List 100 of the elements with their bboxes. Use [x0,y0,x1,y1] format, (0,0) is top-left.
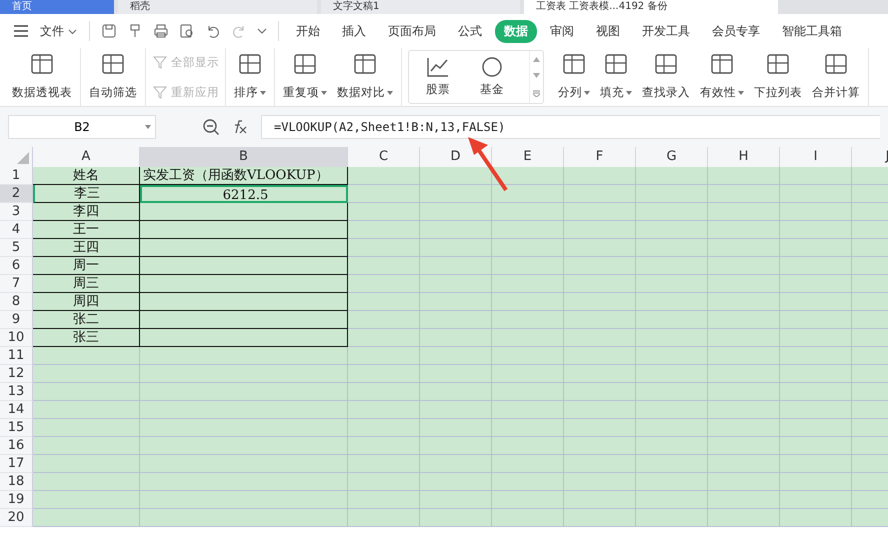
table-cell [348,293,420,311]
file-menu[interactable]: 文件 [36,22,81,40]
table-cell [348,509,420,527]
ribbon-tab[interactable]: 公式 [448,20,491,42]
table-cell [636,401,708,419]
table-cell [780,167,852,185]
table-cell [348,167,420,185]
table-cell [564,473,636,491]
dropdown-icon[interactable] [256,26,267,36]
table-cell [780,401,852,419]
table-cell [348,203,420,221]
document-tab[interactable]: 工资表 工资表模...4192 备份 [524,0,778,14]
caret-icon [321,90,327,94]
table-cell: 周四 [33,293,140,311]
caret-icon [260,90,266,94]
ribbon-button[interactable]: 下拉列表 [750,48,806,106]
gallery-item[interactable]: 股票 [421,51,455,103]
ribbon-tab[interactable]: 页面布局 [378,20,445,42]
table-cell [420,491,492,509]
ribbon-button[interactable]: 数据对比 [333,48,397,106]
zoom-icon[interactable] [202,118,220,136]
ribbon-tab[interactable]: 审阅 [540,20,583,42]
table-cell [420,401,492,419]
table-cell [564,311,636,329]
ribbon-button[interactable]: 数据透视表 [8,48,76,106]
ribbon-button[interactable]: 查找录入 [638,48,694,106]
ribbon-button[interactable]: 分列 [554,48,594,106]
table-cell: 李四 [33,203,140,221]
table-cell [348,257,420,275]
menu-icon[interactable] [13,25,29,37]
table-cell [492,473,564,491]
name-box[interactable]: B2 [8,115,156,139]
table-cell [492,455,564,473]
table-cell [636,509,708,527]
expand-icon[interactable] [533,90,540,98]
table-cell [780,293,852,311]
ribbon-tab[interactable]: 开发工具 [632,20,699,42]
table-cell [636,275,708,293]
gallery-item[interactable]: 基金 [475,51,509,103]
table-cell [780,365,852,383]
print-preview-icon[interactable] [178,23,195,39]
table-cell [492,203,564,221]
table-cell [420,311,492,329]
table-cell [492,311,564,329]
table-cell [780,221,852,239]
document-tab[interactable]: 文字文稿1 [321,0,520,14]
table-cell [420,185,492,203]
ribbon-button[interactable]: 重复项 [279,48,331,106]
save-icon[interactable] [100,23,117,39]
formula-field[interactable]: =VLOOKUP(A2,Sheet1!B:N,13,FALSE) [261,115,880,139]
ribbon-button[interactable]: 合并计算 [808,48,864,106]
table-cell [492,347,564,365]
ribbon-tab[interactable]: 开始 [286,20,329,42]
table-cell [708,203,780,221]
table-cell [348,221,420,239]
ribbon-tab[interactable]: 视图 [586,20,629,42]
table-cell [636,239,708,257]
table-cell [564,275,636,293]
table-cell [420,347,492,365]
table-cell [636,221,708,239]
ribbon-button[interactable]: 自动筛选 [85,48,141,106]
table-cell [564,167,636,185]
table-cell [564,329,636,347]
table-cell [708,419,780,437]
table-cell: 张二 [33,311,140,329]
ribbon-button[interactable]: 排序 [230,48,270,106]
table-cell [708,275,780,293]
table-cell [780,509,852,527]
ribbon-tab[interactable]: 插入 [332,20,375,42]
table-cell [780,473,852,491]
ribbon-tab[interactable]: 会员专享 [702,20,769,42]
ribbon-button[interactable]: 填充 [596,48,636,106]
table-cell [708,401,780,419]
table-cell [780,257,852,275]
table-cell [492,491,564,509]
document-tab[interactable]: 首页 [0,0,114,14]
table-cell: 6212.5 [140,185,348,203]
ribbon-tab[interactable]: 智能工具箱 [772,20,851,42]
caret-icon [738,90,744,94]
table-cell [492,383,564,401]
ribbon-button[interactable]: 有效性 [696,48,748,106]
table-cell [708,167,780,185]
column-header[interactable]: B [140,147,348,167]
caret-icon [68,28,77,34]
row-header[interactable]: 2 [0,185,33,203]
caret-icon [626,90,632,94]
table-cell [636,419,708,437]
table-cell [348,365,420,383]
table-cell [708,257,780,275]
table-cell [636,455,708,473]
table-cell [348,455,420,473]
table-cell [420,275,492,293]
table-cell [636,329,708,347]
table-cell [708,437,780,455]
table-cell [708,473,780,491]
table-cell [492,221,564,239]
print-icon[interactable] [152,23,169,39]
table-cell [708,347,780,365]
table-cell [564,221,636,239]
document-tab[interactable]: 稻壳 [118,0,317,14]
